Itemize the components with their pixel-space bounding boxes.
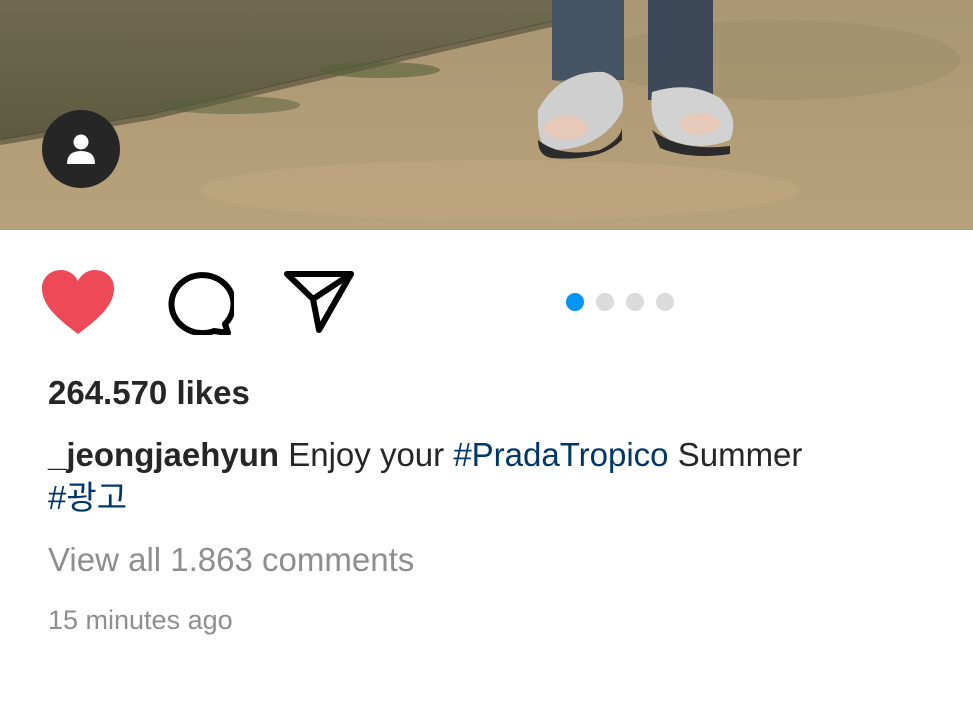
person-icon (67, 134, 95, 164)
paper-plane-icon[interactable] (283, 268, 355, 334)
carousel-dot-active (566, 293, 584, 311)
post-timestamp: 15 minutes ago (48, 605, 233, 635)
caption-username[interactable]: _jeongjaehyun (48, 436, 279, 473)
caption-text: Enjoy your (279, 436, 454, 473)
post-photo[interactable] (0, 0, 973, 230)
caption-text: Summer (668, 436, 803, 473)
carousel-dot (656, 293, 674, 311)
comment-icon[interactable] (162, 269, 234, 335)
view-all-comments-link[interactable]: View all 1.863 comments (48, 541, 414, 579)
action-bar (0, 230, 973, 360)
post-caption: _jeongjaehyun Enjoy your #PradaTropico S… (48, 433, 928, 519)
photo-image (0, 0, 973, 230)
carousel-indicator (566, 293, 674, 311)
carousel-dot (596, 293, 614, 311)
tagged-people-button[interactable] (42, 110, 120, 188)
carousel-dot (626, 293, 644, 311)
likes-count[interactable]: 264.570 likes (48, 374, 250, 412)
caption-hashtag[interactable]: #PradaTropico (453, 436, 668, 473)
caption-hashtag[interactable]: #광고 (48, 479, 127, 516)
heart-icon[interactable] (40, 268, 116, 336)
instagram-post: 264.570 likes _jeongjaehyun Enjoy your #… (0, 0, 973, 704)
